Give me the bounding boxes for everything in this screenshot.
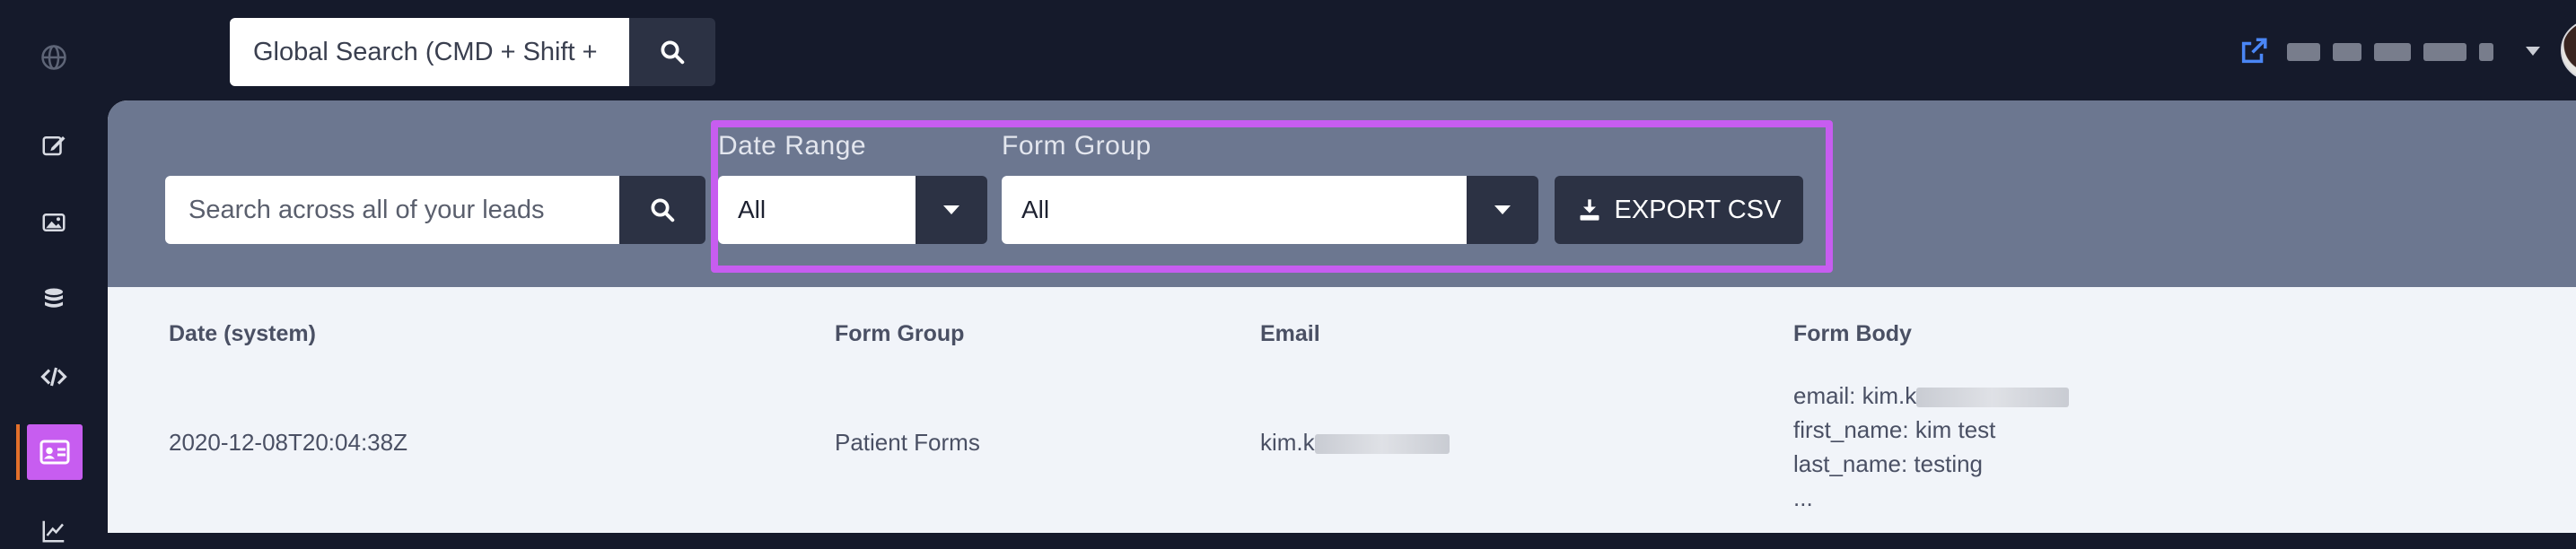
date-range-dropdown-button[interactable] [916, 176, 987, 244]
top-bar: Global Search (CMD + Shift + [108, 0, 2576, 100]
image-icon[interactable] [36, 205, 72, 240]
cell-email: kim.k [1260, 429, 1450, 457]
redacted-text [1916, 388, 2070, 408]
global-search-button[interactable] [629, 18, 715, 86]
export-csv-button[interactable]: EXPORT CSV [1555, 176, 1803, 244]
global-search-input[interactable]: Global Search (CMD + Shift + [230, 18, 629, 86]
column-header-date[interactable]: Date (system) [169, 321, 316, 347]
form-group-label: Form Group [1002, 131, 1152, 161]
redacted-text [1314, 434, 1450, 455]
main-content: Search across all of your leads Date Ran… [108, 100, 2576, 533]
active-indicator [16, 424, 20, 480]
cell-form-group: Patient Forms [835, 429, 980, 456]
avatar[interactable] [2561, 20, 2576, 81]
form-group-select[interactable]: All [1002, 176, 1467, 244]
cell-form-body: email: kim.k first_name: kim test last_n… [1793, 379, 2070, 515]
column-header-email[interactable]: Email [1260, 321, 1320, 347]
cell-email-text: kim.k [1260, 429, 1315, 456]
sidebar-item-leads[interactable] [27, 424, 83, 480]
chevron-down-icon[interactable] [2526, 47, 2540, 56]
date-range-label: Date Range [718, 131, 867, 161]
globe-icon[interactable] [36, 39, 72, 75]
lead-search-input[interactable]: Search across all of your leads [165, 176, 619, 244]
date-range-select[interactable]: All [718, 176, 916, 244]
caret-down-icon [1494, 205, 1511, 214]
export-csv-label: EXPORT CSV [1614, 195, 1782, 224]
filter-bar: Search across all of your leads Date Ran… [108, 100, 2576, 287]
search-icon [651, 198, 675, 222]
external-link-icon[interactable] [2239, 36, 2269, 66]
download-icon [1580, 199, 1599, 221]
database-icon[interactable] [36, 282, 72, 318]
code-icon[interactable] [36, 359, 72, 395]
user-name-redacted[interactable] [2287, 43, 2493, 61]
sidebar [0, 0, 108, 543]
form-body-line: email: kim.k [1793, 379, 2070, 413]
form-body-line: first_name: kim test [1793, 416, 1996, 443]
lead-search-button[interactable] [619, 176, 705, 244]
id-card-icon [39, 440, 70, 465]
cell-date: 2020-12-08T20:04:38Z [169, 429, 407, 456]
form-body-line: last_name: testing [1793, 450, 1984, 477]
edit-icon[interactable] [36, 127, 72, 163]
column-header-form-group[interactable]: Form Group [835, 321, 964, 347]
caret-down-icon [943, 205, 959, 214]
chart-icon[interactable] [36, 513, 72, 549]
form-group-dropdown-button[interactable] [1467, 176, 1538, 244]
search-icon [661, 40, 685, 65]
form-body-line: ... [1793, 484, 1813, 511]
column-header-form-body[interactable]: Form Body [1793, 321, 1912, 347]
